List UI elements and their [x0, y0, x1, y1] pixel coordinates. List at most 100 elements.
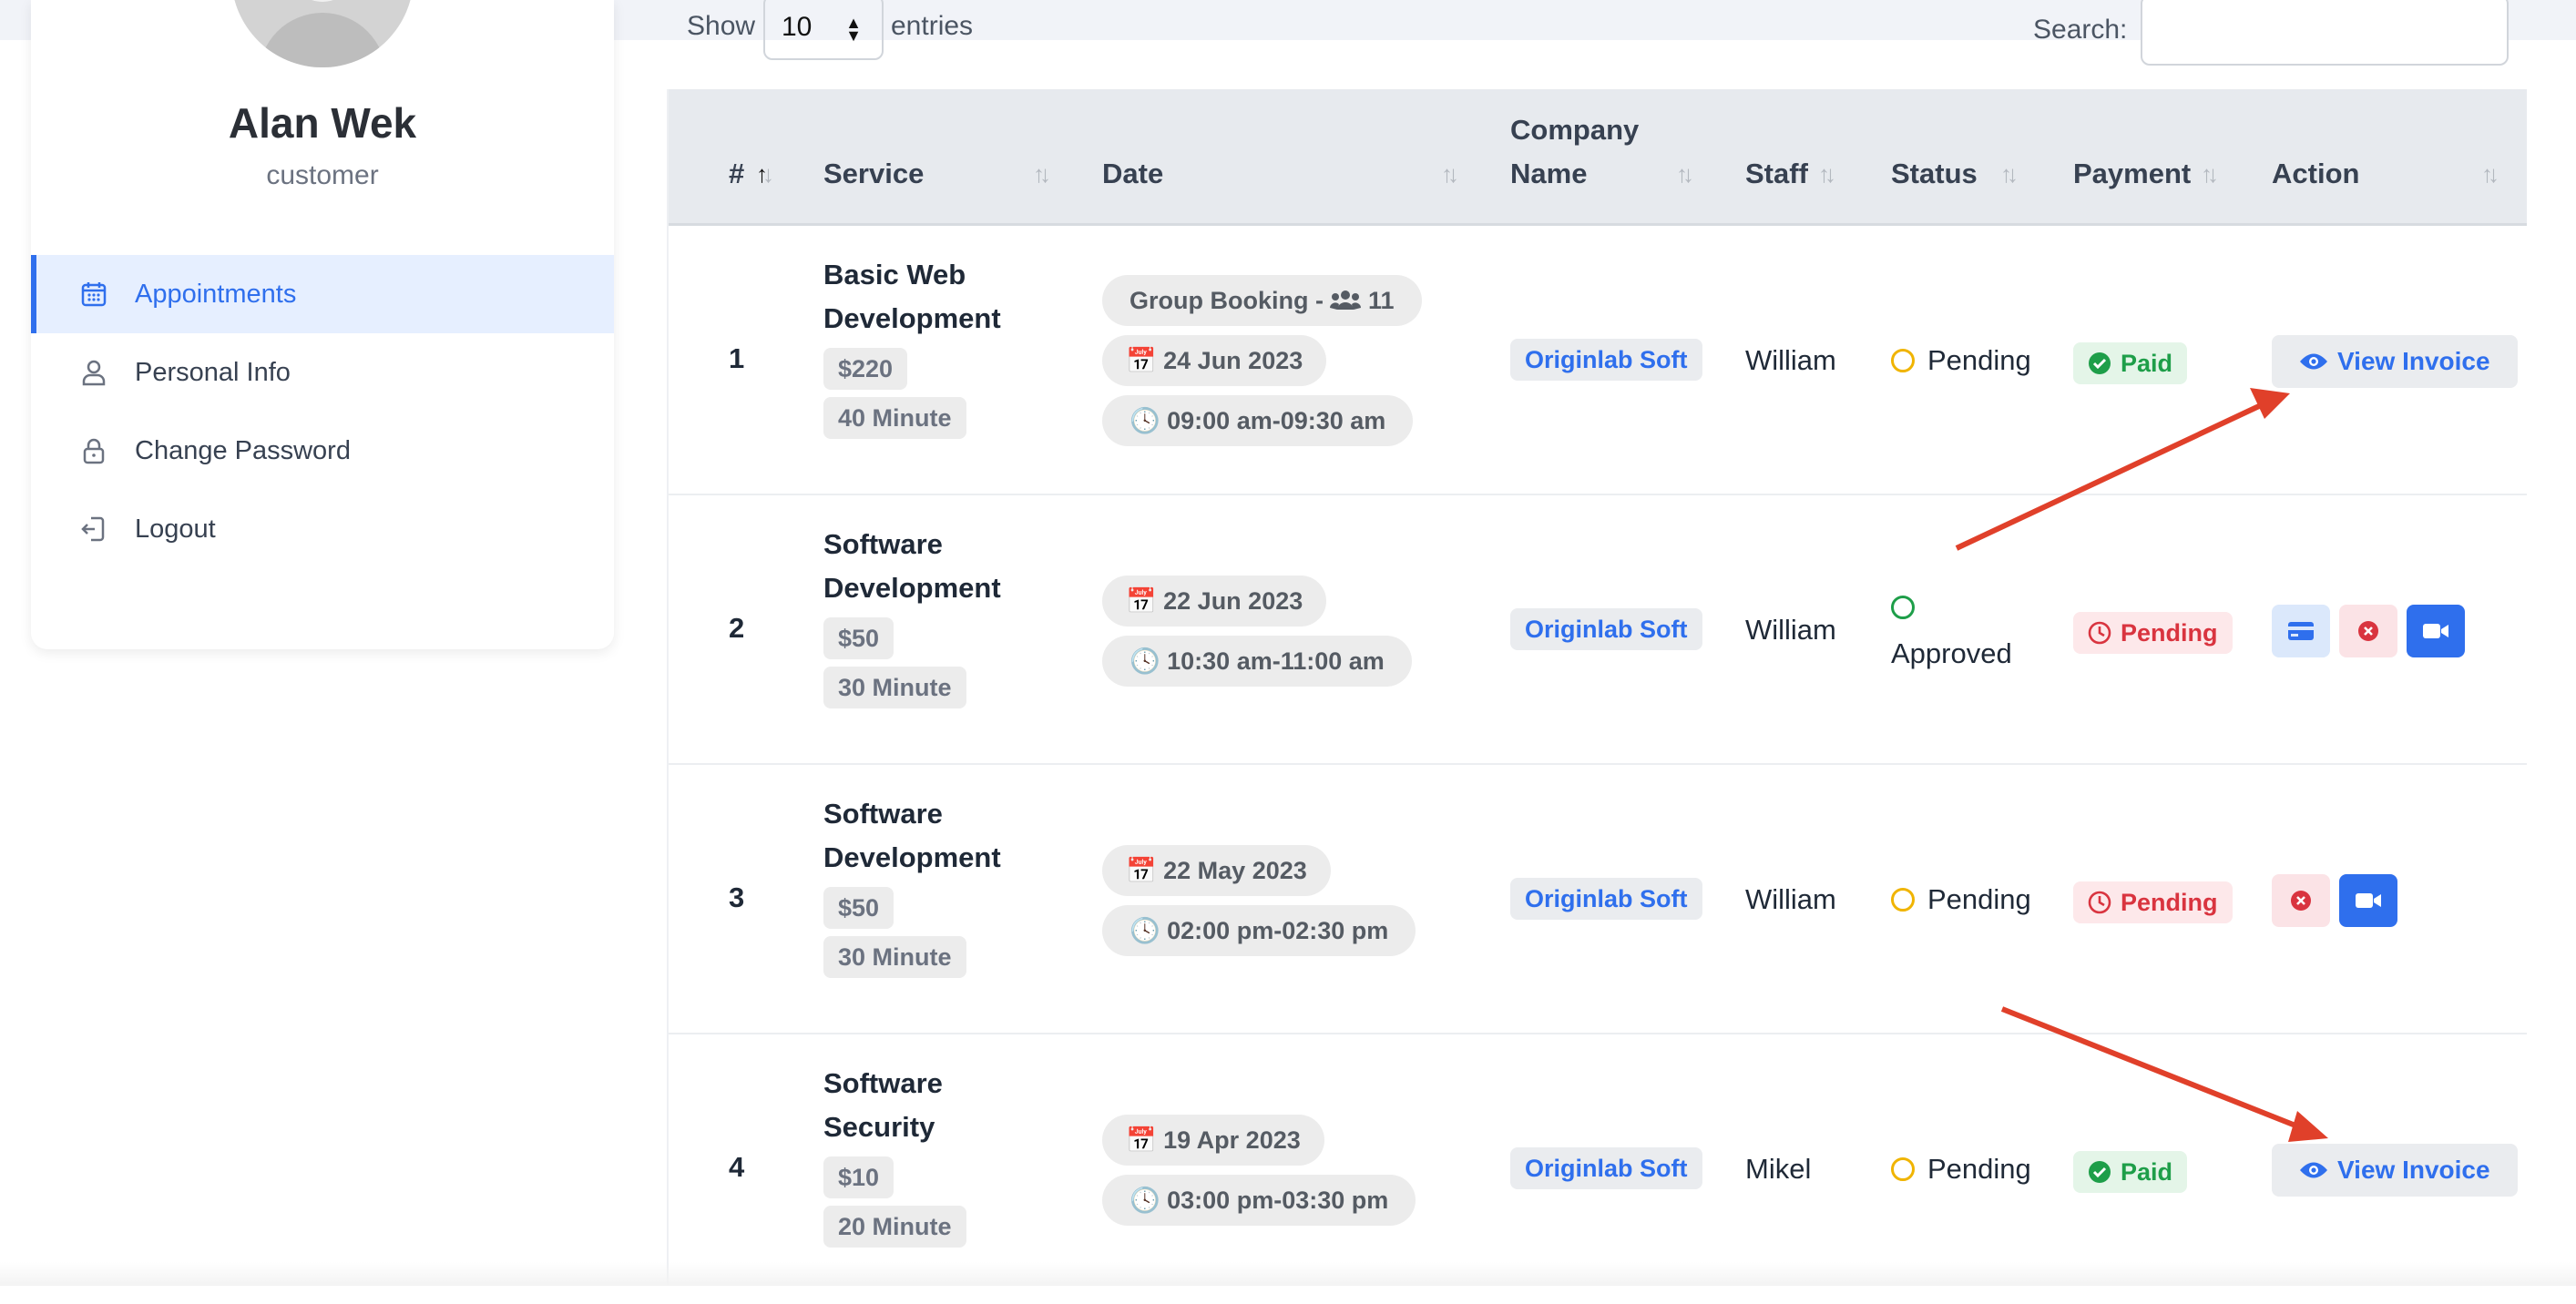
payment-badge: Pending	[2073, 881, 2233, 923]
date-cell: 📅 22 Jun 2023 🕓 10:30 am-11:00 am	[1102, 576, 1412, 696]
pending-status-icon	[1891, 349, 1915, 372]
sidebar-item-logout[interactable]: Logout	[31, 490, 614, 568]
sidebar-item-label: Appointments	[135, 279, 297, 309]
service-cell: Software Security $10 20 Minute	[823, 1062, 1042, 1248]
calendar-icon: 📅	[1126, 1126, 1157, 1154]
clock-icon: 🕓	[1130, 407, 1160, 434]
sort-icon[interactable]: ↑↓	[2201, 160, 2219, 188]
cancel-button[interactable]	[2339, 605, 2397, 657]
sort-caret-icon: ▲ ▼	[845, 14, 862, 45]
pending-status-icon	[1891, 1157, 1915, 1181]
table-row: 3 Software Development $50 30 Minute 📅 2…	[669, 765, 2527, 1034]
header-num[interactable]: #	[729, 152, 744, 196]
avatar	[231, 0, 414, 67]
clock-icon	[2088, 621, 2111, 645]
credit-card-icon	[2288, 622, 2314, 640]
sidebar-item-personal-info[interactable]: Personal Info	[31, 333, 614, 412]
pay-button[interactable]	[2272, 605, 2330, 657]
duration-badge: 20 Minute	[823, 1206, 966, 1248]
header-staff[interactable]: Staff	[1745, 152, 1808, 196]
sidebar-item-label: Personal Info	[135, 357, 291, 387]
video-call-button[interactable]	[2339, 874, 2397, 927]
table-row: 1 Basic Web Development $220 40 Minute G…	[669, 226, 2527, 495]
staff-name: Mikel	[1745, 1153, 1812, 1185]
sort-icon[interactable]: ↑↓	[1441, 160, 1459, 188]
sort-icon[interactable]: ↑↓	[2000, 160, 2019, 188]
sort-icon[interactable]: ↑↓	[1818, 160, 1836, 188]
header-action[interactable]: Action	[2272, 152, 2359, 196]
status-badge: Pending	[1891, 1153, 2031, 1186]
users-icon	[1330, 287, 1362, 314]
search-label: Search:	[2033, 15, 2128, 45]
pending-status-icon	[1891, 888, 1915, 912]
table-header: # ↑↓ Service ↑↓ Date ↑↓ Company Name ↑↓ S…	[669, 89, 2527, 226]
sidebar-item-label: Logout	[135, 514, 216, 544]
approved-status-icon	[1891, 596, 1915, 619]
price-badge: $220	[823, 348, 908, 390]
date-badge: 📅 22 Jun 2023	[1102, 576, 1327, 627]
header-status[interactable]: Status	[1891, 152, 1978, 196]
status-badge: Approved	[1891, 594, 2012, 670]
date-badge: 📅 24 Jun 2023	[1102, 335, 1327, 386]
payment-badge: Paid	[2073, 342, 2188, 384]
eye-icon	[2300, 1162, 2327, 1178]
time-badge: 🕓 02:00 pm-02:30 pm	[1102, 905, 1416, 956]
entries-label: entries	[891, 11, 974, 41]
company-badge: Originlab Soft	[1510, 339, 1702, 381]
header-company[interactable]: Company Name	[1510, 108, 1639, 196]
company-badge: Originlab Soft	[1510, 608, 1702, 650]
table-row: 2 Software Development $50 30 Minute 📅 2…	[669, 495, 2527, 765]
sidebar-item-appointments[interactable]: Appointments	[31, 255, 614, 333]
service-cell: Software Development $50 30 Minute	[823, 523, 1042, 708]
calendar-icon	[80, 280, 107, 308]
sidebar-item-label: Change Password	[135, 435, 351, 465]
price-badge: $50	[823, 887, 894, 929]
sort-icon[interactable]: ↑↓	[1033, 160, 1051, 188]
show-label: Show	[687, 11, 756, 41]
check-circle-icon	[2089, 1161, 2111, 1183]
user-role: customer	[266, 160, 379, 190]
staff-name: William	[1745, 883, 1836, 915]
date-badge: 📅 19 Apr 2023	[1102, 1115, 1324, 1166]
calendar-icon: 📅	[1126, 587, 1157, 615]
service-cell: Software Development $50 30 Minute	[823, 792, 1042, 978]
price-badge: $50	[823, 617, 894, 659]
duration-badge: 40 Minute	[823, 397, 966, 439]
header-service[interactable]: Service	[823, 152, 924, 196]
view-invoice-button[interactable]: View Invoice	[2272, 1144, 2518, 1197]
sort-icon[interactable]: ↑↓	[1676, 160, 1694, 188]
company-badge: Originlab Soft	[1510, 1147, 1702, 1189]
cancel-button[interactable]	[2272, 874, 2330, 927]
video-call-button[interactable]	[2407, 605, 2465, 657]
header-date[interactable]: Date	[1102, 152, 1163, 196]
sort-icon[interactable]: ↑↓	[2481, 160, 2499, 188]
cancel-icon	[2358, 621, 2378, 641]
group-booking-badge: Group Booking - 11	[1102, 275, 1422, 326]
date-cell: 📅 19 Apr 2023 🕓 03:00 pm-03:30 pm	[1102, 1115, 1416, 1235]
date-cell: Group Booking - 11 📅 24 Jun 2023 🕓 09:00…	[1102, 275, 1422, 455]
view-invoice-button[interactable]: View Invoice	[2272, 335, 2518, 388]
search-input[interactable]	[2141, 0, 2509, 66]
entries-select[interactable]: 10 ▲ ▼	[763, 0, 884, 60]
time-badge: 🕓 09:00 am-09:30 am	[1102, 395, 1414, 446]
payment-badge: Paid	[2073, 1151, 2188, 1193]
video-icon	[2356, 893, 2381, 908]
header-payment[interactable]: Payment	[2073, 152, 2191, 196]
date-cell: 📅 22 May 2023 🕓 02:00 pm-02:30 pm	[1102, 845, 1416, 965]
duration-badge: 30 Minute	[823, 936, 966, 978]
cancel-icon	[2291, 891, 2311, 911]
user-icon	[80, 359, 107, 386]
profile-sidebar: Alan Wek customer Appointments Personal …	[31, 0, 614, 649]
logout-icon	[80, 515, 107, 543]
calendar-icon: 📅	[1126, 347, 1157, 374]
time-badge: 🕓 10:30 am-11:00 am	[1102, 636, 1412, 687]
clock-icon: 🕓	[1130, 917, 1160, 944]
sort-asc-icon[interactable]: ↑↓	[756, 160, 774, 188]
payment-badge: Pending	[2073, 612, 2233, 654]
video-icon	[2423, 624, 2448, 638]
company-badge: Originlab Soft	[1510, 878, 1702, 920]
duration-badge: 30 Minute	[823, 667, 966, 708]
sidebar-item-change-password[interactable]: Change Password	[31, 412, 614, 490]
price-badge: $10	[823, 1156, 894, 1198]
clock-icon: 🕓	[1130, 647, 1160, 675]
